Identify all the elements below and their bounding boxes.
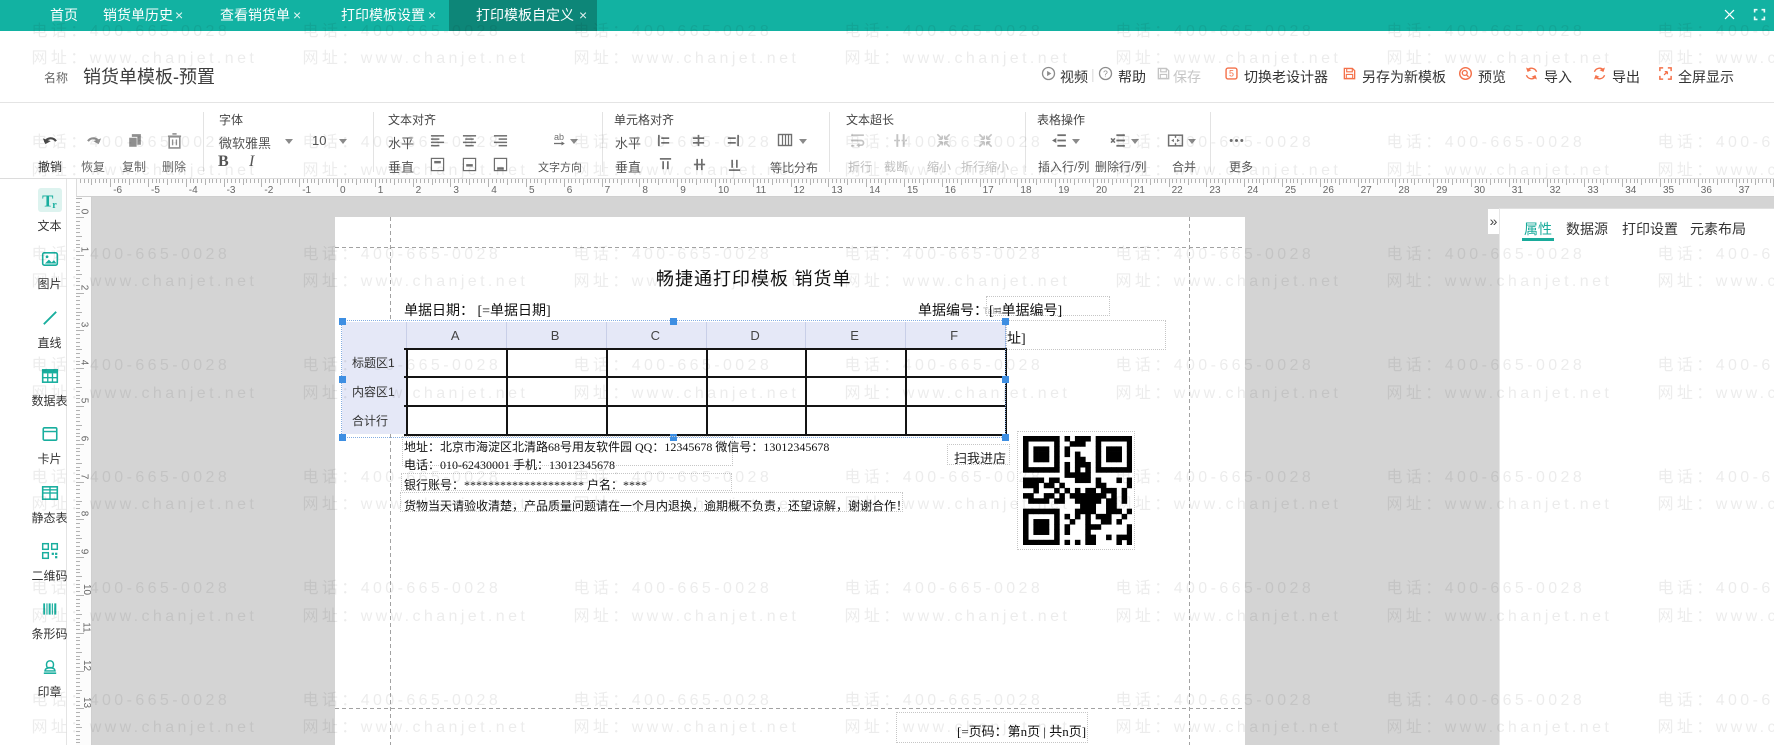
svg-text:?: ? [1103, 69, 1108, 79]
svg-text:r: r [52, 200, 57, 210]
svg-text:ab: ab [554, 132, 564, 142]
svg-text:5: 5 [1229, 69, 1234, 79]
